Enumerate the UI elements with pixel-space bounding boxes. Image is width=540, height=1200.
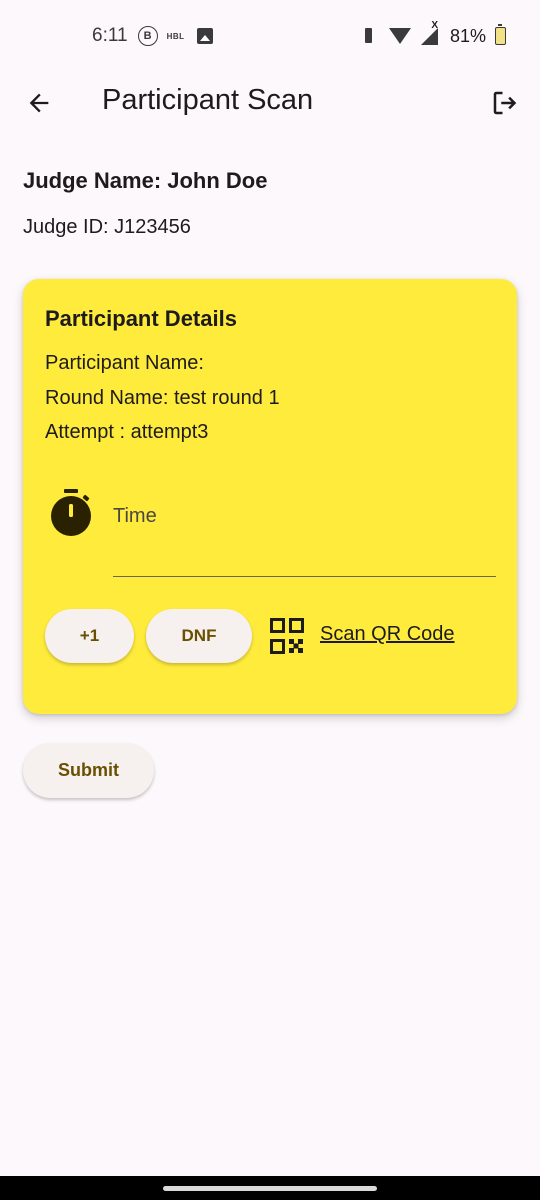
scan-qr-code-link[interactable]: Scan QR Code — [320, 623, 455, 646]
logout-button[interactable] — [488, 86, 522, 120]
no-data-indicator: X — [431, 20, 438, 31]
home-gesture-handle[interactable] — [163, 1186, 377, 1191]
participant-details-card: Participant Details Participant Name: Ro… — [23, 279, 517, 714]
status-bar-right: 81% — [361, 0, 506, 72]
time-input[interactable] — [113, 499, 496, 577]
attempt: Attempt : attempt3 — [45, 421, 209, 443]
navigation-bar — [0, 1176, 540, 1200]
submit-button[interactable]: Submit — [23, 743, 154, 798]
participant-name: Participant Name: — [45, 352, 204, 374]
hbl-notification-icon: HBL — [166, 31, 185, 41]
timer-icon — [51, 489, 91, 536]
arrow-back-icon — [29, 93, 49, 113]
battery-icon — [495, 24, 506, 45]
page-title: Participant Scan — [102, 84, 314, 116]
judge-name: Judge Name: John Doe — [23, 168, 268, 193]
card-title: Participant Details — [45, 306, 237, 331]
vibrate-icon — [361, 27, 375, 45]
judge-id: Judge ID: J123456 — [23, 216, 191, 238]
battery-percent: 81% — [449, 25, 486, 46]
app-bar: Participant Scan — [0, 72, 540, 134]
plus-one-button[interactable]: +1 — [45, 609, 134, 663]
wifi-icon — [388, 28, 411, 44]
image-notification-icon — [196, 28, 213, 44]
back-button[interactable] — [22, 86, 56, 120]
b-notification-icon: B — [137, 26, 158, 46]
round-name: Round Name: test round 1 — [45, 387, 280, 409]
logout-icon — [493, 91, 517, 115]
status-time: 6:11 — [92, 25, 128, 46]
qr-code-icon[interactable] — [270, 618, 304, 654]
dnf-button[interactable]: DNF — [146, 609, 252, 663]
